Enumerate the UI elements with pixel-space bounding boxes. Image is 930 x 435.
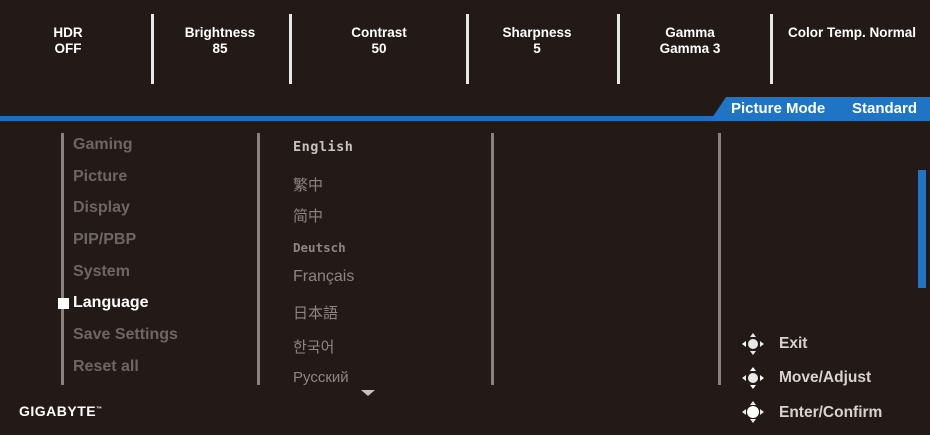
color-temp-value: Normal [869, 25, 917, 40]
hdr-label: HDR [53, 25, 83, 40]
language-option-korean[interactable]: 한국어 [293, 336, 334, 357]
menu-item-language[interactable]: Language [73, 294, 149, 312]
language-option-traditional-chinese[interactable]: 繁中 [293, 174, 323, 195]
header-divider [770, 14, 773, 84]
color-temp-label: Color Temp. [788, 25, 866, 40]
menu-item-system[interactable]: System [73, 263, 130, 281]
language-option-simplified-chinese[interactable]: 简中 [293, 205, 323, 226]
menu-item-pip-pbp[interactable]: PIP/PBP [73, 231, 136, 249]
scroll-down-arrow-icon [361, 390, 375, 396]
language-option-russian[interactable]: Русский [293, 369, 349, 386]
header-divider [151, 14, 154, 84]
picture-mode-label: Picture Mode [731, 100, 826, 117]
gamma-value: Gamma 3 [659, 41, 721, 56]
sharpness-label: Sharpness [502, 25, 572, 40]
hdr-value: OFF [54, 41, 82, 56]
picture-mode-value: Standard [852, 100, 918, 117]
scroll-indicator [918, 170, 926, 288]
hint-enter-confirm: Enter/Confirm [779, 404, 883, 421]
contrast-label: Contrast [351, 25, 407, 40]
selected-indicator [58, 298, 69, 309]
column-divider [257, 133, 260, 385]
menu-item-display[interactable]: Display [73, 199, 130, 217]
contrast-value: 50 [371, 41, 387, 56]
column-divider [61, 133, 64, 385]
joystick-exit-icon [742, 333, 764, 355]
gamma-status: Gamma Gamma 3 [645, 25, 735, 57]
joystick-move-icon [742, 367, 764, 389]
column-divider [491, 133, 494, 385]
sharpness-status: Sharpness 5 [496, 25, 578, 57]
menu-item-reset-all[interactable]: Reset all [73, 358, 139, 376]
hint-exit: Exit [779, 335, 808, 352]
gigabyte-logo: GIGABYTE™ [19, 403, 103, 419]
hdr-status: HDR OFF [40, 25, 96, 57]
header-divider [617, 14, 620, 84]
language-option-english[interactable]: English [293, 139, 353, 155]
column-divider [718, 133, 721, 385]
menu-item-picture[interactable]: Picture [73, 168, 127, 186]
language-option-francais[interactable]: Français [293, 268, 354, 286]
joystick-enter-icon [742, 401, 764, 423]
language-option-japanese[interactable]: 日本語 [293, 302, 338, 323]
header-divider [466, 14, 469, 84]
gamma-label: Gamma [665, 25, 715, 40]
brightness-status: Brightness 85 [180, 25, 260, 57]
brightness-value: 85 [212, 41, 228, 56]
sharpness-value: 5 [533, 41, 541, 56]
contrast-status: Contrast 50 [340, 25, 418, 57]
brand-text: GIGABYTE [19, 403, 97, 419]
hint-move-adjust: Move/Adjust [779, 369, 872, 386]
menu-item-gaming[interactable]: Gaming [73, 136, 133, 154]
color-temp-status: Color Temp. Normal [788, 25, 924, 41]
menu-item-save-settings[interactable]: Save Settings [73, 326, 178, 344]
language-option-deutsch[interactable]: Deutsch [293, 240, 346, 255]
brightness-label: Brightness [184, 25, 256, 40]
header-divider [289, 14, 292, 84]
